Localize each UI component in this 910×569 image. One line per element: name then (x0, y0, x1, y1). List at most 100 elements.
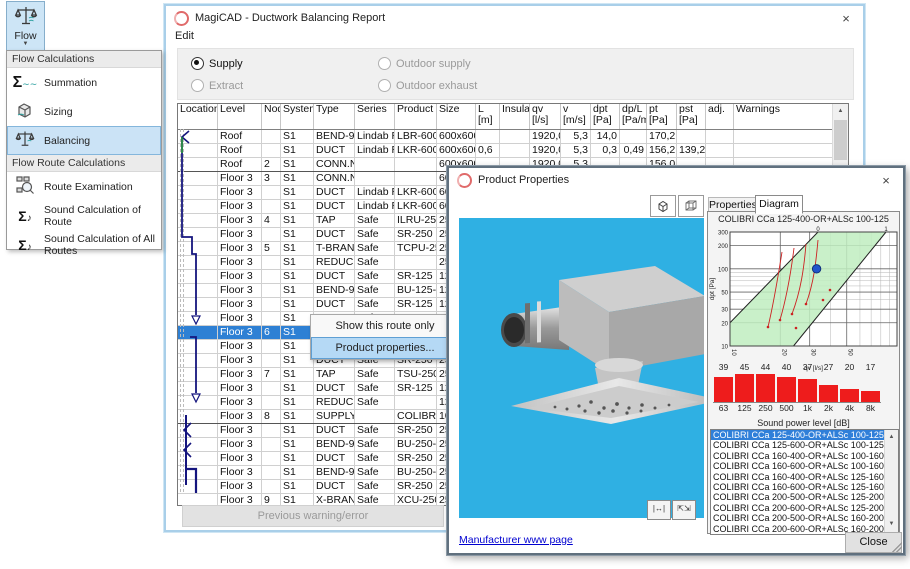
cell: Roof (218, 158, 262, 171)
radio-outdoor-exhaust[interactable]: Outdoor exhaust (378, 79, 477, 92)
product-list-item[interactable]: COLIBRI CCa 160-400-OR+ALSc 125-160 (711, 472, 898, 482)
scroll-down-icon[interactable]: ▼ (885, 517, 898, 532)
previous-warning-button[interactable]: Previous warning/error (182, 505, 444, 527)
cell: Safe (355, 368, 395, 381)
product-list-item[interactable]: COLIBRI CCa 200-500-OR+ALSc 125-200 (711, 492, 898, 502)
cell: S1 (281, 214, 314, 227)
tab-diagram[interactable]: Diagram (755, 195, 803, 214)
column-header-size[interactable]: Size (437, 104, 476, 129)
cell: Floor 3 (218, 270, 262, 283)
sound-route-icon: Σ♪ (12, 208, 38, 224)
cell: Roof (218, 130, 262, 143)
column-header-pst[interactable]: pst[Pa] (677, 104, 706, 129)
product-3d-viewport[interactable]: |↔| ⇱⇲ (459, 218, 704, 518)
cell (262, 354, 281, 367)
product-list-item[interactable]: COLIBRI CCa 160-600-OR+ALSc 100-160 (711, 461, 898, 471)
scrollbar-thumb[interactable] (834, 120, 847, 160)
column-header-dpl[interactable]: dp/L[Pa/m] (620, 104, 647, 129)
cell (355, 410, 395, 423)
column-header-level[interactable]: Level (218, 104, 262, 129)
product-list-item[interactable]: COLIBRI CCa 200-600-OR+ALSc 125-200 (711, 503, 898, 513)
context-item-show-route[interactable]: Show this route only (311, 315, 459, 337)
screen: Flow ▼ Flow CalculationsΣ∼∼SummationSizi… (0, 0, 910, 569)
cell: SR-250 (395, 228, 437, 241)
cell-location (178, 452, 218, 465)
svg-text:200: 200 (718, 244, 729, 250)
report-close-icon[interactable]: × (837, 11, 855, 26)
product-variant-list[interactable]: COLIBRI CCa 125-400-OR+ALSc 100-125COLIB… (710, 429, 899, 535)
column-header-warnings[interactable]: Warnings (734, 104, 833, 129)
flow-ribbon-button[interactable]: Flow ▼ (6, 1, 45, 53)
product-list-item[interactable]: COLIBRI CCa 160-600-OR+ALSc 125-160 (711, 482, 898, 492)
cell: T-BRANC (314, 242, 355, 255)
cell: Floor 3 (218, 396, 262, 409)
cell (262, 466, 281, 479)
product-list-item[interactable]: COLIBRI CCa 160-400-OR+ALSc 100-160 (711, 451, 898, 461)
dialog-close-icon[interactable]: × (877, 173, 895, 188)
cell: COLIBRI C (395, 410, 437, 423)
cell: DUCT (314, 186, 355, 199)
column-header-l[interactable]: L[m] (476, 104, 500, 129)
cell-location (178, 284, 218, 297)
cell: Roof (218, 144, 262, 157)
column-header-series[interactable]: Series (355, 104, 395, 129)
manufacturer-link[interactable]: Manufacturer www page (459, 534, 573, 546)
cell-location (178, 340, 218, 353)
scroll-up-icon[interactable]: ▲ (885, 430, 898, 445)
product-list-item[interactable]: COLIBRI CCa 125-400-OR+ALSc 100-125 (711, 430, 898, 440)
cell: 1920,0 (530, 144, 561, 157)
sound-bar: 40500 (776, 362, 797, 413)
cell: DUCT (314, 228, 355, 241)
sidebar-item-sound-calculation-of-route[interactable]: Σ♪Sound Calculation of Route (7, 201, 161, 230)
cell (262, 480, 281, 493)
sidebar-item-route-examination[interactable]: Route Examination (7, 172, 161, 201)
cell: REDUCE (314, 256, 355, 269)
dialog-titlebar: Product Properties × (449, 168, 903, 192)
cell-location (178, 158, 218, 171)
cell (734, 130, 833, 143)
zoom-extents-button[interactable]: ⇱⇲ (672, 500, 696, 520)
column-header-node[interactable]: Node (262, 104, 281, 129)
column-header-pt[interactable]: pt[Pa] (647, 104, 677, 129)
cell-location (178, 172, 218, 185)
column-header-v[interactable]: v[m/s] (561, 104, 591, 129)
column-header-system[interactable]: System (281, 104, 314, 129)
sidebar-item-sound-calculation-of-all-routes[interactable]: Σ♪Sound Calculation of All Routes (7, 230, 161, 259)
pressure-flow-diagram: 1020305010020030010203050100qv [l/s]dpt … (708, 226, 899, 376)
cell: 170,2 (647, 130, 677, 143)
table-row[interactable]: RoofS1DUCTLindab ReLKR-600-6600x6000,619… (178, 144, 848, 158)
sidebar-item-sizing[interactable]: Sizing (7, 97, 161, 126)
radio-outdoor-supply[interactable]: Outdoor supply (378, 57, 471, 70)
column-header-type[interactable]: Type (314, 104, 355, 129)
column-header-product[interactable]: Product (395, 104, 437, 129)
menu-edit[interactable]: Edit (175, 30, 194, 42)
cell (262, 144, 281, 157)
column-header-dpt[interactable]: dpt[Pa] (591, 104, 620, 129)
cell: S1 (281, 298, 314, 311)
cell: Lindab Re (355, 130, 395, 143)
table-row[interactable]: RoofS1BEND-90Lindab ReLBR-600-6600x60019… (178, 130, 848, 144)
measure-tool-button[interactable]: |↔| (647, 500, 671, 520)
cell: Floor 3 (218, 480, 262, 493)
cell (355, 172, 395, 185)
sidebar-item-summation[interactable]: Σ∼∼Summation (7, 68, 161, 97)
cell: S1 (281, 158, 314, 171)
column-header-adj[interactable]: adj. (706, 104, 734, 129)
product-list-item[interactable]: COLIBRI CCa 200-500-OR+ALSc 160-200 (711, 513, 898, 523)
radio-supply[interactable]: Supply (191, 57, 243, 70)
view-solid-cube-button[interactable] (650, 195, 676, 217)
resize-grip[interactable] (892, 542, 902, 552)
scroll-up-icon[interactable]: ▲ (833, 104, 848, 119)
column-header-insulatio[interactable]: Insulatio (500, 104, 530, 129)
view-wireframe-cube-button[interactable] (678, 195, 704, 217)
product-list-item[interactable]: COLIBRI CCa 125-600-OR+ALSc 100-125 (711, 440, 898, 450)
radio-extract[interactable]: Extract (191, 79, 243, 92)
cell: S1 (281, 382, 314, 395)
sidebar-item-balancing[interactable]: Balancing (7, 126, 161, 155)
flow-dropdown-menu: Flow CalculationsΣ∼∼SummationSizingBalan… (6, 50, 162, 250)
column-header-qv[interactable]: qv[l/s] (530, 104, 561, 129)
context-item-product-properties[interactable]: Product properties... (311, 337, 459, 359)
list-scrollbar[interactable]: ▲ ▼ (884, 430, 898, 532)
column-header-location[interactable]: Location (178, 104, 218, 129)
cell: Floor 3 (218, 186, 262, 199)
